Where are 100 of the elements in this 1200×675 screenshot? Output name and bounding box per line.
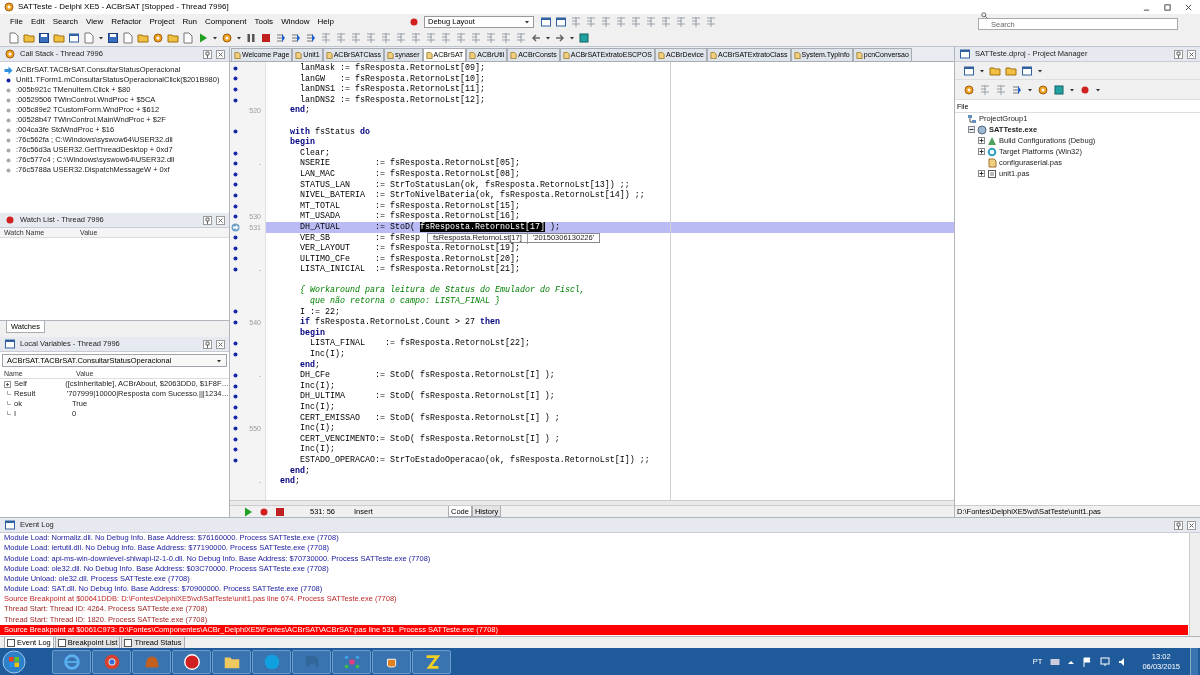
menu-item[interactable]: Run [178,15,202,28]
folder-icon[interactable] [989,64,1001,77]
start-button-icon[interactable] [2,649,26,674]
menu-item[interactable]: Edit [26,15,49,28]
menu-item[interactable]: Component [201,15,251,28]
code-line: { Workaround para leitura de Status do Emulador do Fiscl, [299,285,585,296]
line-dot-icon [233,394,238,400]
close-icon[interactable] [216,339,225,349]
save-icon[interactable] [107,31,119,44]
pin-icon[interactable] [203,49,212,59]
stop-icon[interactable] [260,31,272,44]
file-icon[interactable] [182,31,194,44]
code-line: LAN_MAC := fsResposta.RetornoLst[08]; [299,168,520,179]
code-line: NSERIE := fsResposta.RetornoLst[05]; [299,158,520,169]
code-line: Clear; [299,147,330,158]
menu-item[interactable]: File [6,15,27,28]
play-icon[interactable] [197,31,209,44]
file-icon [387,51,394,59]
file-icon [425,51,433,59]
up-arrow-icon[interactable] [1068,658,1075,665]
menu-item[interactable]: View [82,15,108,28]
selected-expression: fsResposta.RetornoLst[17] [419,221,545,232]
window-icon [959,48,971,60]
code-line: MT_USADA := fsResposta.RetornoLst[16]; [299,211,520,222]
menu-item[interactable]: Help [313,15,339,28]
step-icon[interactable] [1011,83,1023,96]
file-icon[interactable] [8,31,20,44]
close-icon[interactable] [216,215,225,225]
taskbar-button[interactable] [412,649,451,674]
taskbar-button[interactable] [172,649,211,674]
menu-item[interactable]: Project [145,15,179,28]
gear-icon[interactable] [963,83,975,96]
taskbar-button[interactable] [372,649,411,674]
gear-icon [4,48,16,60]
book-icon[interactable] [578,31,590,44]
pin-icon[interactable] [1174,49,1183,59]
window-icon[interactable] [963,64,975,77]
pin-icon[interactable] [1174,520,1183,530]
menu-item[interactable]: Tools [250,15,278,28]
pin-icon[interactable] [203,215,212,225]
expand-icon[interactable] [977,148,985,155]
line-dot-icon [233,426,238,431]
step-icon[interactable] [290,31,302,44]
close-icon[interactable] [1187,49,1196,59]
folder-icon[interactable] [137,31,149,44]
menu-item[interactable]: Refactor [107,15,146,28]
line-dot-icon [233,161,238,167]
keyboard-icon[interactable] [1050,657,1061,666]
taskbar-button[interactable] [212,649,251,674]
code-line: lanMask := fsResposta.RetornoLst[09]; [299,63,485,73]
stop-icon[interactable] [274,505,286,518]
flag-icon[interactable] [1082,656,1093,667]
gear-icon[interactable] [221,31,233,44]
book-icon[interactable] [1053,83,1065,96]
close-icon[interactable] [1187,520,1196,530]
window-icon [124,638,133,647]
line-dot-icon [233,404,238,410]
file-icon [855,51,863,59]
line-dot-icon [233,415,238,421]
vertical-scrollbar[interactable] [1189,533,1200,636]
window-icon[interactable] [1021,64,1033,77]
gear-icon[interactable] [152,31,164,44]
code-line: DH_CFe := StoD( fsResposta.RetornoLst[I] ); [299,370,555,381]
collapse-icon[interactable] [967,126,975,133]
step-icon[interactable] [305,31,317,44]
horizontal-scrollbar[interactable] [230,500,954,505]
code-line: NIVEL_BATERIA := StrToNivelBateria(ok, fsResposta.RetornoLst[14]) ;; [299,190,645,201]
menu-item[interactable]: Window [277,15,314,28]
code-line: STATUS_LAN := StrToStatusLan(ok, fsResposta.RetornoLst[13]) ;; [299,179,630,190]
expand-icon[interactable] [4,380,11,388]
close-icon[interactable] [216,49,225,59]
code-line: lanDNS1 := fsResposta.RetornoLst[11]; [299,84,485,95]
code-line: ULTIMO_CFe := fsResposta.RetornoLst[20]; [299,253,520,264]
code-line: que não retorna o campo: LISTA_FINAL } [309,296,500,307]
menu-item[interactable]: Search [48,15,83,28]
taskbar-button[interactable] [52,649,91,674]
play-icon[interactable] [242,505,254,518]
step-icon[interactable] [275,31,287,44]
window-icon[interactable] [540,15,553,28]
pin-icon[interactable] [203,339,212,349]
code-line: LISTA_INICIAL := fsResposta.RetornoLst[21]; [299,264,520,275]
arrow-left-icon[interactable] [530,31,542,44]
save-icon[interactable] [38,31,50,44]
folder-icon[interactable] [1005,64,1017,77]
pause-icon[interactable] [245,31,257,44]
expand-icon[interactable] [977,137,985,144]
unit-file-icon [987,157,997,168]
ring-icon [987,146,997,157]
taskbar-button[interactable] [332,649,371,674]
line-dot-icon [233,235,238,241]
window-icon[interactable] [555,15,568,28]
folder-icon[interactable] [167,31,179,44]
taskbar-button[interactable] [92,649,131,674]
window-icon[interactable] [68,31,80,44]
arrow-right-icon[interactable] [554,31,566,44]
file-icon [510,51,518,59]
gear-icon[interactable] [1037,83,1049,96]
monitor-icon[interactable] [1100,656,1111,667]
expand-icon[interactable] [977,170,985,177]
line-dot-icon [233,171,238,177]
